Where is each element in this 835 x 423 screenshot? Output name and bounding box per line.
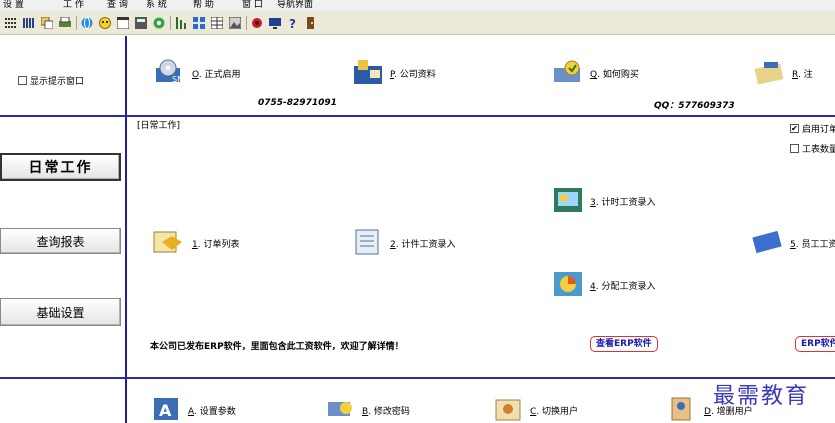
qq-number: QQ：577609373 [654,101,735,111]
calendar-icon[interactable] [116,16,130,30]
exit-door-icon[interactable] [304,16,318,30]
company-info-button[interactable]: P. 公司资料 [352,58,436,89]
frame-divider-bottom [0,377,835,379]
change-password-label: B. 修改密码 [362,407,410,417]
tree-icon[interactable] [174,16,188,30]
erp-software-button[interactable]: ERP软件 [795,336,835,352]
nav-basic-settings-label: 基础设置 [36,305,85,320]
menu-navigation[interactable]: 导航界面 [277,0,313,11]
checkbox-box[interactable] [790,144,799,153]
frame-divider-top [0,115,835,117]
svg-text:A: A [159,401,172,420]
help-icon[interactable]: ? [286,16,300,30]
register-label: R. 注 [792,70,813,80]
show-tip-window-checkbox[interactable]: 显示提示窗口 [18,74,84,87]
view-erp-software-button[interactable]: 查看ERP软件 [590,336,658,352]
allocate-wage-icon [552,270,584,301]
table-icon[interactable] [210,16,224,30]
printer-icon[interactable] [58,16,72,30]
company-info-label: P. 公司资料 [390,70,436,80]
order-list-label: 1. 订单列表 [192,240,240,250]
flower-icon[interactable] [250,16,264,30]
password-icon [326,396,356,423]
register-icon [754,58,786,89]
register-button[interactable]: R. 注 [754,58,813,89]
allocate-wage-entry-label: 4. 分配工资录入 [590,282,656,292]
piece-wage-entry-button[interactable]: 2. 计件工资录入 [352,228,455,259]
purchase-icon [552,58,584,89]
network-icon[interactable] [152,16,166,30]
toolbar-separator [76,16,77,30]
order-list-button[interactable]: 1. 订单列表 [152,228,239,259]
toolbar-separator [170,16,171,30]
checkbox-box[interactable]: ✔ [790,124,799,133]
switch-user-icon [494,396,524,423]
company-icon [352,58,384,89]
allocate-wage-entry-button[interactable]: 4. 分配工资录入 [552,270,655,301]
smiley-icon[interactable] [98,16,112,30]
time-wage-icon [552,186,584,217]
time-wage-entry-button[interactable]: 3. 计时工资录入 [552,186,655,217]
manage-user-icon [668,396,698,423]
piece-wage-entry-label: 2. 计件工资录入 [390,240,456,250]
piece-wage-icon [352,228,384,259]
cd-icon: SN [154,58,186,89]
nav-query-report-button[interactable]: 查询报表 [0,228,121,254]
menu-bar: 设 置 工 作 查 询 系 统 帮 助 窗 口 导航界面 [0,0,835,11]
menu-help[interactable]: 帮 助 [193,0,214,11]
copy-icon[interactable] [40,16,54,30]
calculator-icon[interactable] [134,16,148,30]
enable-order-checkbox[interactable]: ✔ 启用订单 [790,122,835,135]
menu-query[interactable]: 查 询 [107,0,128,11]
employee-wage-icon [752,228,784,259]
formal-enable-label: O. 正式启用 [192,70,241,80]
nav-basic-settings-button[interactable]: 基础设置 [0,298,121,326]
section-label-daily-work: [日常工作] [137,121,181,131]
enable-order-label: 启用订单 [802,125,835,135]
tiles-icon[interactable] [192,16,206,30]
menu-window[interactable]: 窗 口 [242,0,263,11]
checkbox-box[interactable] [18,76,27,85]
nav-query-report-label: 查询报表 [36,234,85,249]
nav-daily-work-button[interactable]: 日常工作 [0,153,121,181]
toolbar: ? [0,11,835,35]
watermark-text: 最需教育 [713,384,810,409]
time-wage-entry-label: 3. 计时工资录入 [590,198,656,208]
settings-param-button[interactable]: A A. 设置参数 [152,396,236,423]
how-to-buy-button[interactable]: Q. 如何购买 [552,58,639,89]
columns-icon[interactable] [22,16,36,30]
frame-divider-vertical [125,36,127,423]
work-table-qty-checkbox[interactable]: 工表数量 [790,142,835,155]
svg-text:?: ? [289,17,296,29]
employee-wage-label: 5. 员工工资 [790,240,835,250]
globe-icon[interactable] [80,16,94,30]
employee-wage-button[interactable]: 5. 员工工资 [752,228,835,259]
how-to-buy-label: Q. 如何购买 [590,70,639,80]
settings-param-label: A. 设置参数 [188,407,236,417]
order-list-icon [152,228,186,259]
menu-settings[interactable]: 设 置 [3,0,24,11]
monitor-icon[interactable] [268,16,282,30]
change-password-button[interactable]: B. 修改密码 [326,396,410,423]
menu-system[interactable]: 系 统 [146,0,167,11]
switch-user-label: C. 切换用户 [530,407,579,417]
menu-work[interactable]: 工 作 [63,0,84,11]
formal-enable-button[interactable]: SN O. 正式启用 [154,58,240,89]
work-table-qty-label: 工表数量 [802,145,835,155]
erp-notice-text: 本公司已发布ERP软件，里面包含此工资软件，欢迎了解详情！ [150,342,404,352]
show-tip-window-label: 显示提示窗口 [30,77,85,87]
grid-icon[interactable] [4,16,18,30]
svg-text:SN: SN [172,75,183,84]
image-icon[interactable] [228,16,242,30]
switch-user-button[interactable]: C. 切换用户 [494,396,578,423]
nav-daily-work-label: 日常工作 [28,160,93,176]
phone-number: 0755-82971091 [258,98,337,108]
settings-param-icon: A [152,396,182,423]
toolbar-separator [246,16,247,30]
